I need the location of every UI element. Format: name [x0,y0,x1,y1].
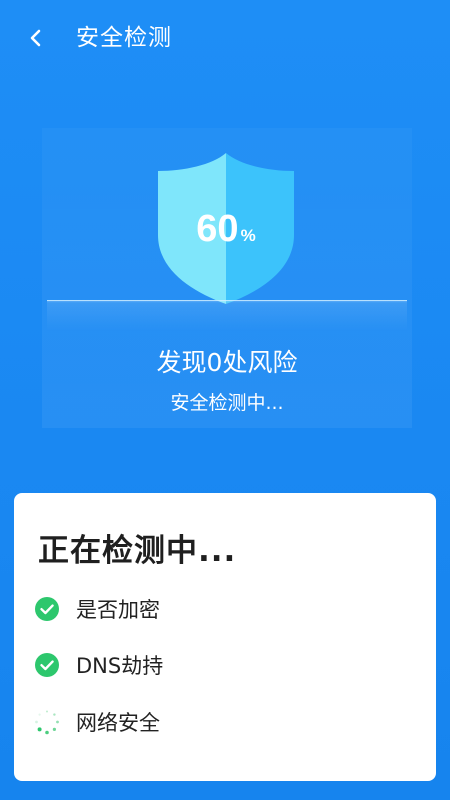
detection-card: 正在检测中... 是否加密 DNS劫持 网络安全 [14,493,436,781]
page-title: 安全检测 [76,25,172,51]
check-item-label: 是否加密 [76,598,160,622]
check-item-network: 网络安全 [34,707,160,737]
loading-spinner-icon [34,709,60,735]
scan-status: 安全检测中... [170,392,284,414]
check-circle-icon [34,596,60,622]
card-title: 正在检测中... [38,533,237,569]
check-item-dns: DNS劫持 [34,650,163,680]
app-header: 安全检测 [0,0,450,76]
check-item-label: DNS劫持 [76,654,164,678]
scan-panel: 60% 发现0处风险 安全检测中... [42,128,412,428]
check-item-label: 网络安全 [76,711,160,735]
check-circle-icon [34,652,60,678]
back-button[interactable] [18,20,54,56]
check-item-encryption: 是否加密 [34,594,160,624]
scan-progress: 60% [154,208,298,251]
screen: 安全检测 60% 发现0处风险 安全检测中... 正在检测中... 是否加密 D… [0,0,450,800]
chevron-left-icon [30,29,41,47]
risk-summary: 发现0处风险 [156,348,298,377]
progress-unit: % [240,226,256,245]
scan-line [47,300,407,331]
progress-value: 60 [196,208,239,250]
